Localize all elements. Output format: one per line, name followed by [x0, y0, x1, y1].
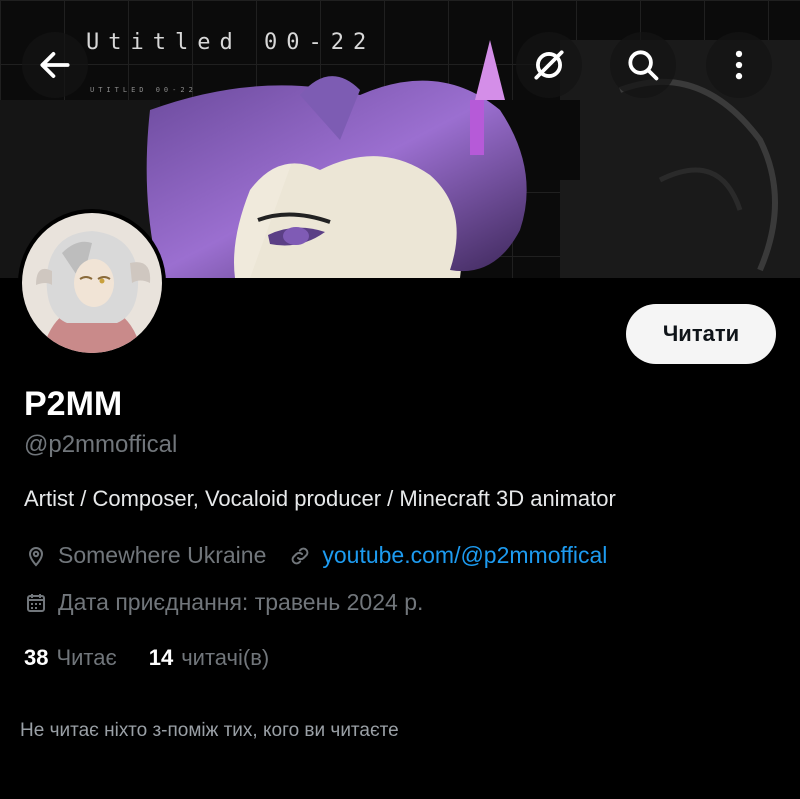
- follow-stats: 38 Читає 14 читачі(в): [24, 645, 301, 671]
- location-website-row: Somewhere Ukraine youtube.com/@p2mmoffic…: [24, 542, 607, 569]
- join-date-row: Дата приєднання: травень 2024 р.: [24, 589, 423, 616]
- calendar-icon: [27, 593, 45, 612]
- link-icon: [292, 547, 309, 564]
- banner-caption: Utitled 00-22: [86, 30, 376, 55]
- handle: @p2mmoffical: [24, 431, 178, 458]
- bio: Artist / Composer, Vocaloid producer / M…: [24, 486, 616, 511]
- followers-count[interactable]: 14: [149, 645, 173, 671]
- more-button[interactable]: [706, 32, 772, 98]
- avatar-image: [22, 213, 162, 353]
- arrow-left-icon: [40, 52, 70, 78]
- follow-button[interactable]: Читати: [626, 304, 776, 364]
- more-vertical-icon: [735, 50, 743, 80]
- location-pin-icon: [28, 546, 44, 566]
- grok-button[interactable]: [516, 32, 582, 98]
- slashed-circle-icon: [534, 50, 564, 80]
- display-name: P2MM: [24, 385, 123, 423]
- following-label[interactable]: Читає: [56, 645, 116, 671]
- join-date-text: Дата приєднання: травень 2024 р.: [58, 589, 424, 615]
- website-link[interactable]: youtube.com/@p2mmoffical: [322, 542, 607, 569]
- location-text: Somewhere Ukraine: [58, 542, 267, 568]
- avatar[interactable]: [22, 213, 162, 353]
- search-button[interactable]: [610, 32, 676, 98]
- back-button[interactable]: [22, 32, 88, 98]
- following-count[interactable]: 38: [24, 645, 48, 671]
- followers-label[interactable]: читачі(в): [181, 645, 269, 671]
- banner-caption-small: UTITLED 00-22: [90, 86, 197, 94]
- followed-by-note: Не читає ніхто з-поміж тих, кого ви чита…: [20, 720, 399, 741]
- search-icon: [628, 50, 659, 81]
